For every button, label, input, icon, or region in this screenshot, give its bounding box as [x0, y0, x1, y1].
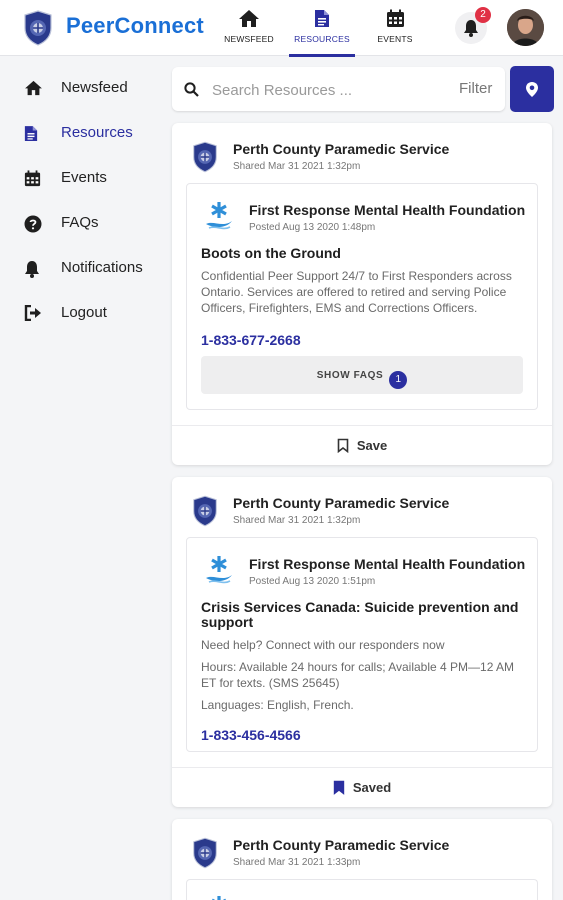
resource-details: First Response Mental Health Foundation …	[186, 537, 538, 752]
card-header: Perth County Paramedic Service Shared Ma…	[172, 123, 552, 179]
tab-resources[interactable]: RESOURCES	[289, 6, 355, 57]
sidebar-item-events[interactable]: Events	[0, 158, 163, 198]
sidebar-item-label: Resources	[61, 124, 133, 141]
phone-link[interactable]: 1-833-456-4566	[201, 727, 301, 743]
resource-line-languages: Languages: English, French.	[201, 698, 354, 712]
calendar-icon	[24, 170, 41, 187]
sidebar-item-label: Newsfeed	[61, 79, 128, 96]
sidebar-item-label: Logout	[61, 304, 107, 321]
shared-date: Shared Mar 31 2021 1:32pm	[233, 515, 361, 526]
shared-date: Shared Mar 31 2021 1:32pm	[233, 161, 361, 172]
foundation-name: First Response Mental Health Foundation	[249, 556, 526, 572]
save-label: Saved	[352, 780, 392, 795]
location-button[interactable]	[510, 66, 554, 112]
star-of-life-logo-icon	[212, 896, 226, 900]
saved-button[interactable]: Saved	[172, 767, 552, 807]
search-icon	[184, 82, 199, 97]
phone-link[interactable]: 1-833-677-2668	[201, 332, 301, 348]
top-app-bar: PeerConnect NEWSFEED RESOURCES EVENTS 2	[0, 0, 563, 57]
notification-count-badge: 2	[475, 7, 491, 23]
card-header: Perth County Paramedic Service Shared Ma…	[172, 819, 552, 875]
brand-name: PeerConnect	[66, 13, 204, 38]
resource-title: Crisis Services Canada: Suicide preventi…	[201, 599, 519, 630]
sidebar-item-label: Notifications	[61, 259, 143, 276]
show-faqs-button[interactable]: SHOW FAQS 1	[201, 356, 523, 394]
resource-title: Boots on the Ground	[201, 245, 341, 261]
resource-description: Confidential Peer Support 24/7 to First …	[201, 269, 512, 315]
question-circle-icon	[24, 215, 42, 233]
sidebar-item-newsfeed[interactable]: Newsfeed	[0, 68, 163, 108]
calendar-icon	[386, 9, 404, 27]
star-of-life-logo-icon	[206, 556, 232, 584]
show-faqs-label: SHOW FAQS	[316, 370, 384, 381]
tab-label: RESOURCES	[294, 34, 350, 44]
sidebar: Newsfeed Resources Events FAQs Notificat…	[0, 56, 163, 900]
paramedic-shield-logo-icon	[193, 495, 217, 527]
user-avatar[interactable]	[507, 9, 544, 46]
organization-name[interactable]: Perth County Paramedic Service	[233, 837, 449, 853]
resource-card: Perth County Paramedic Service Shared Ma…	[172, 123, 552, 465]
sidebar-item-faqs[interactable]: FAQs	[0, 203, 163, 243]
save-label: Save	[356, 438, 388, 453]
resource-details: First Response Mental Health Foundation …	[186, 183, 538, 410]
sidebar-item-logout[interactable]: Logout	[0, 293, 163, 333]
save-button[interactable]: Save	[172, 425, 552, 465]
document-icon	[24, 126, 38, 141]
resource-line-help: Need help? Connect with our responders n…	[201, 638, 445, 652]
search-bar	[172, 67, 505, 111]
filter-button[interactable]: Filter	[459, 80, 492, 97]
tab-label: EVENTS	[377, 34, 413, 44]
organization-name[interactable]: Perth County Paramedic Service	[233, 141, 449, 157]
document-icon	[315, 10, 329, 27]
card-header: Perth County Paramedic Service Shared Ma…	[172, 477, 552, 533]
tab-label: NEWSFEED	[224, 34, 274, 44]
bell-icon	[464, 20, 478, 37]
posted-date: Posted Aug 13 2020 1:48pm	[249, 222, 376, 233]
paramedic-shield-logo-icon	[193, 141, 217, 173]
resource-line-hours: Hours: Available 24 hours for calls; Ava…	[201, 660, 515, 690]
resource-card: Perth County Paramedic Service Shared Ma…	[172, 477, 552, 807]
faq-count-badge: 1	[389, 371, 408, 389]
sidebar-item-notifications[interactable]: Notifications	[0, 248, 163, 288]
resource-details	[186, 879, 538, 900]
search-input[interactable]	[212, 79, 442, 101]
sidebar-item-resources[interactable]: Resources	[0, 113, 163, 153]
resource-card: Perth County Paramedic Service Shared Ma…	[172, 819, 552, 900]
tab-newsfeed[interactable]: NEWSFEED	[216, 6, 282, 56]
tab-events[interactable]: EVENTS	[362, 6, 428, 56]
bell-icon	[25, 261, 39, 278]
paramedic-shield-logo-icon	[193, 837, 217, 869]
posted-date: Posted Aug 13 2020 1:51pm	[249, 576, 376, 587]
bookmark-outline-icon	[337, 438, 349, 453]
bookmark-filled-icon	[333, 780, 345, 795]
foundation-name: First Response Mental Health Foundation	[249, 202, 526, 218]
sidebar-item-label: Events	[61, 169, 107, 186]
home-icon	[239, 10, 259, 27]
shared-date: Shared Mar 31 2021 1:33pm	[233, 857, 361, 868]
paramedic-shield-logo-icon[interactable]	[23, 10, 53, 46]
logout-icon	[24, 305, 41, 321]
star-of-life-logo-icon	[206, 202, 232, 230]
sidebar-item-label: FAQs	[61, 214, 99, 231]
profile-photo-icon	[507, 9, 544, 46]
organization-name[interactable]: Perth County Paramedic Service	[233, 495, 449, 511]
location-pin-icon	[526, 82, 538, 97]
home-icon	[25, 80, 42, 96]
